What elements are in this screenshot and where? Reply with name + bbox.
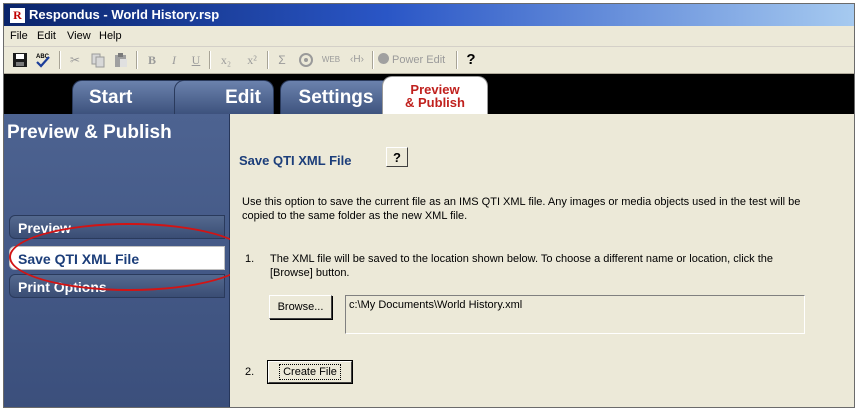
title-bar[interactable]: R Respondus - World History.rsp [4,4,854,26]
subscript-icon[interactable]: x₂ [215,50,237,70]
power-edit-label: Power Edit [392,54,446,66]
tab-settings-label: Settings [298,87,374,108]
step-2-number: 2. [245,366,255,378]
save-icon[interactable] [10,50,30,70]
tab-start[interactable]: Start [72,80,190,114]
html-icon[interactable]: ‹H› [346,50,368,70]
file-path-value: c:\My Documents\World History.xml [349,299,523,311]
cut-icon[interactable]: ✂ [65,50,85,70]
app-window: R Respondus - World History.rsp File Edi… [3,3,855,408]
step-1-text: The XML file will be saved to the locati… [270,253,774,279]
copy-icon[interactable] [88,50,108,70]
italic-icon[interactable]: I [165,50,183,70]
spellcheck-icon[interactable]: ABC [32,50,54,70]
toolbar-separator [59,51,61,69]
menu-bar: File Edit View Help [4,26,854,47]
toolbar-separator [209,51,211,69]
toolbar-separator [456,51,458,69]
step-1-number: 1. [245,253,255,265]
underline-icon[interactable]: U [187,50,205,70]
tab-preview-publish[interactable]: Preview & Publish [382,76,488,115]
help-button[interactable]: ? [386,147,408,167]
description-text: Use this option to save the current file… [242,196,801,222]
power-edit-button[interactable]: Power Edit [378,50,468,70]
superscript-icon[interactable]: x² [241,50,263,70]
power-edit-icon [378,53,389,64]
web-link-icon[interactable]: WEB [320,50,342,70]
menu-help[interactable]: Help [99,29,122,43]
toolbar-separator [372,51,374,69]
respondus-app-icon: R [9,7,26,24]
browse-button[interactable]: Browse... [269,295,332,319]
highlight-annotation-oval [9,223,250,291]
tab-start-label: Start [89,87,133,108]
toolbar-separator [267,51,269,69]
tab-edit-label: Edit [225,87,261,108]
toolbar-separator [136,51,138,69]
help-icon[interactable]: ? [462,50,480,70]
bold-icon[interactable]: B [143,50,161,70]
equation-icon[interactable]: Σ [273,50,291,70]
toolbar: ABC ✂ B I U x₂ x² Σ WEB ‹H› Power Edit ? [4,47,854,74]
tab-preview-label: Preview [410,82,460,97]
menu-view[interactable]: View [67,29,91,43]
media-icon[interactable] [296,50,316,70]
sidebar-title: Preview & Publish [7,122,172,143]
menu-edit[interactable]: Edit [37,29,56,43]
window-title: Respondus - World History.rsp [29,7,220,22]
main-content: Save QTI XML File ? Use this option to s… [230,114,854,407]
create-file-label: Create File [279,364,341,380]
file-path-field[interactable]: c:\My Documents\World History.xml [345,295,805,334]
paste-icon[interactable] [111,50,131,70]
tab-edit[interactable]: Edit [174,80,274,114]
tab-settings[interactable]: Settings [280,80,392,115]
tab-bar: Start Edit Settings Preview & Publish [4,74,854,115]
page-title: Save QTI XML File [239,153,352,168]
create-file-button[interactable]: Create File [268,361,352,383]
tab-publish-label: & Publish [405,95,465,110]
menu-file[interactable]: File [10,29,28,43]
